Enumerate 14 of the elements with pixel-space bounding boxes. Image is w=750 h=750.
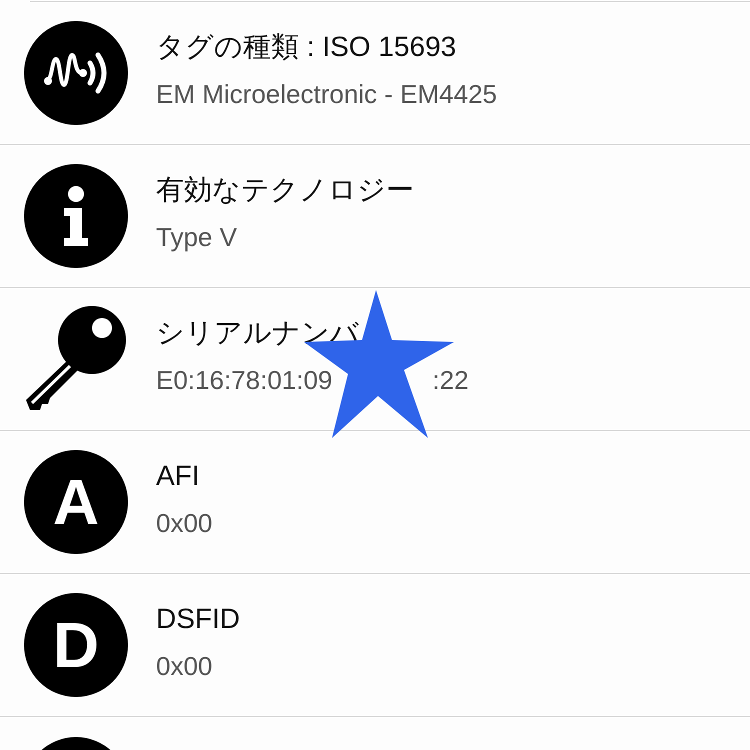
row-value: 0x00 — [156, 507, 212, 539]
letter-icon: A — [24, 450, 128, 554]
row-value: :22 — [432, 364, 469, 396]
row-title: AFI — [156, 459, 201, 493]
row-value: Type V — [156, 221, 237, 253]
row-value: E0:16:78:01:09 — [156, 364, 332, 396]
row-title: 有効なテクノロジー — [156, 173, 414, 207]
row-value: 0x00 — [156, 650, 212, 682]
row-title: DSFID — [156, 602, 240, 636]
row-value: EM Microelectronic - EM4425 — [156, 78, 497, 110]
letter-icon: D — [24, 593, 128, 697]
info-icon — [24, 164, 128, 268]
nfc-icon — [24, 21, 128, 125]
row-title: タグの種類 : ISO 15693 — [156, 30, 458, 64]
